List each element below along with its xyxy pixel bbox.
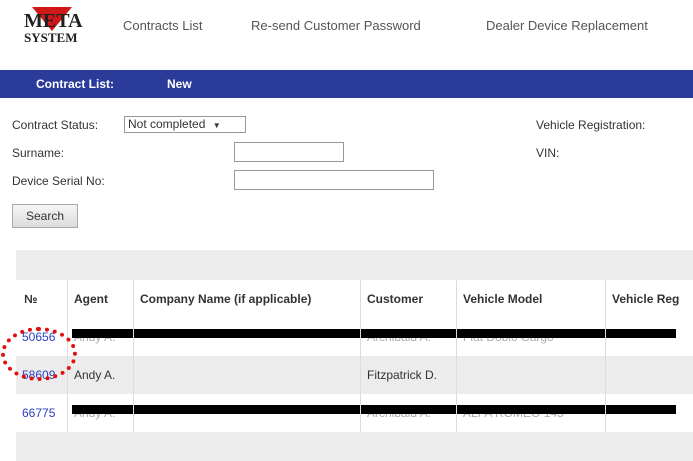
contract-status-label: Contract Status: <box>12 118 99 132</box>
redaction-bar <box>72 405 676 414</box>
meta-system-logo[interactable]: META SYSTEM <box>18 5 116 45</box>
column-header-agent[interactable]: Agent <box>74 292 108 306</box>
contract-status-value: Not completed <box>128 117 206 131</box>
table-footer <box>16 432 693 461</box>
redaction-bar <box>72 329 676 338</box>
column-header-customer[interactable]: Customer <box>367 292 423 306</box>
nav-resend-password[interactable]: Re-send Customer Password <box>251 18 421 33</box>
nav-contracts-list[interactable]: Contracts List <box>123 18 202 33</box>
surname-input[interactable] <box>234 142 344 162</box>
column-header-number[interactable]: № <box>24 292 37 306</box>
table-row: 66775 Andy A. Archibald A. ALFA ROMEO 14… <box>16 394 693 432</box>
column-divider <box>605 280 606 432</box>
column-divider <box>360 280 361 432</box>
column-divider <box>456 280 457 432</box>
vin-label: VIN: <box>536 146 560 160</box>
highlight-circle-annotation <box>1 327 77 381</box>
search-button[interactable]: Search <box>12 204 78 228</box>
customer-cell: Fitzpatrick D. <box>367 368 438 382</box>
column-divider <box>133 280 134 432</box>
logo-text-bottom: SYSTEM <box>24 30 77 45</box>
top-navigation: META SYSTEM Contracts List Re-send Custo… <box>0 0 693 48</box>
agent-cell: Andy A. <box>74 368 116 382</box>
column-header-vehicle-reg[interactable]: Vehicle Reg <box>612 292 679 306</box>
menu-new[interactable]: New <box>167 77 192 91</box>
device-serial-input[interactable] <box>234 170 434 190</box>
contract-menu-bar: Contract List: New <box>0 70 693 98</box>
surname-label: Surname: <box>12 146 65 160</box>
contract-number-link[interactable]: 66775 <box>22 406 55 420</box>
vehicle-registration-label: Vehicle Registration: <box>536 118 646 132</box>
column-header-company[interactable]: Company Name (if applicable) <box>140 292 311 306</box>
table-toolbar <box>16 250 693 280</box>
table-header: № Agent Company Name (if applicable) Cus… <box>16 280 693 318</box>
table-row: 50656 Andy A. Archibald A. Fiat Doblo Ca… <box>16 318 693 356</box>
device-serial-label: Device Serial No: <box>12 174 105 188</box>
nav-dealer-device-replacement[interactable]: Dealer Device Replacement <box>486 18 648 33</box>
logo-text-top: META <box>24 10 83 32</box>
contract-status-select[interactable]: Not completed ▼ <box>124 116 246 133</box>
table-row: 58609 Andy A. Fitzpatrick D. <box>16 356 693 394</box>
dropdown-arrow-icon: ▼ <box>212 121 221 130</box>
column-header-vehicle-model[interactable]: Vehicle Model <box>463 292 542 306</box>
menu-contract-list[interactable]: Contract List: <box>36 77 114 91</box>
